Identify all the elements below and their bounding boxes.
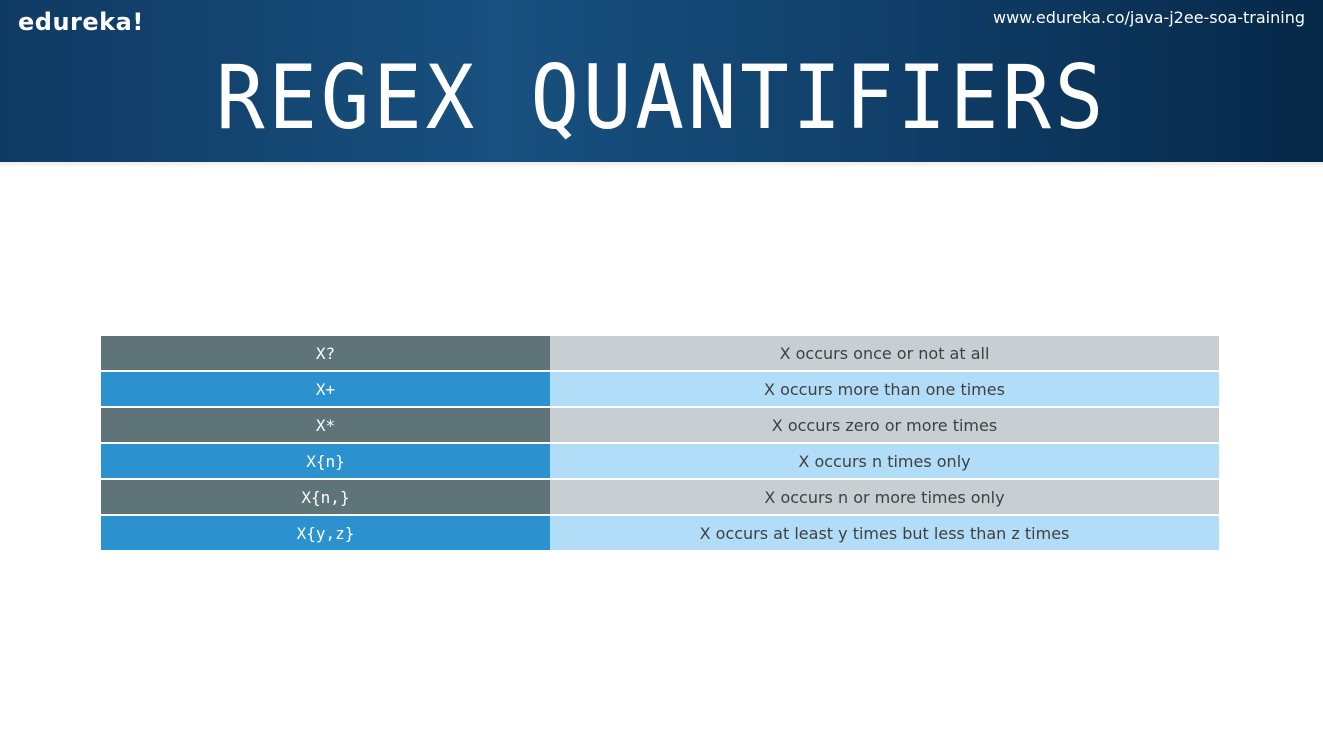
meaning-cell: X occurs n times only (550, 444, 1219, 478)
quantifier-cell: X? (101, 336, 550, 370)
quantifier-cell: X* (101, 408, 550, 442)
header-banner: edureka! www.edureka.co/java-j2ee-soa-tr… (0, 0, 1323, 162)
quantifier-cell: X{n,} (101, 480, 550, 514)
slide: edureka! www.edureka.co/java-j2ee-soa-tr… (0, 0, 1323, 744)
table-row: X{n,} X occurs n or more times only (101, 480, 1219, 514)
header-url: www.edureka.co/java-j2ee-soa-training (992, 8, 1305, 27)
table-row: X? X occurs once or not at all (101, 336, 1219, 370)
meaning-cell: X occurs once or not at all (550, 336, 1219, 370)
meaning-cell: X occurs more than one times (550, 372, 1219, 406)
meaning-cell: X occurs at least y times but less than … (550, 516, 1219, 550)
quantifier-cell: X+ (101, 372, 550, 406)
table-row: X{n} X occurs n times only (101, 444, 1219, 478)
banner-divider (0, 162, 1323, 168)
quantifier-cell: X{y,z} (101, 516, 550, 550)
quantifier-cell: X{n} (101, 444, 550, 478)
table-row: X* X occurs zero or more times (101, 408, 1219, 442)
slide-title: REGEX QUANTIFIERS (215, 46, 1108, 149)
table-row: X+ X occurs more than one times (101, 372, 1219, 406)
meaning-cell: X occurs n or more times only (550, 480, 1219, 514)
table-row: X{y,z} X occurs at least y times but les… (101, 516, 1219, 550)
brand-logo: edureka! (18, 8, 144, 36)
quantifier-table: X? X occurs once or not at all X+ X occu… (101, 336, 1219, 552)
meaning-cell: X occurs zero or more times (550, 408, 1219, 442)
